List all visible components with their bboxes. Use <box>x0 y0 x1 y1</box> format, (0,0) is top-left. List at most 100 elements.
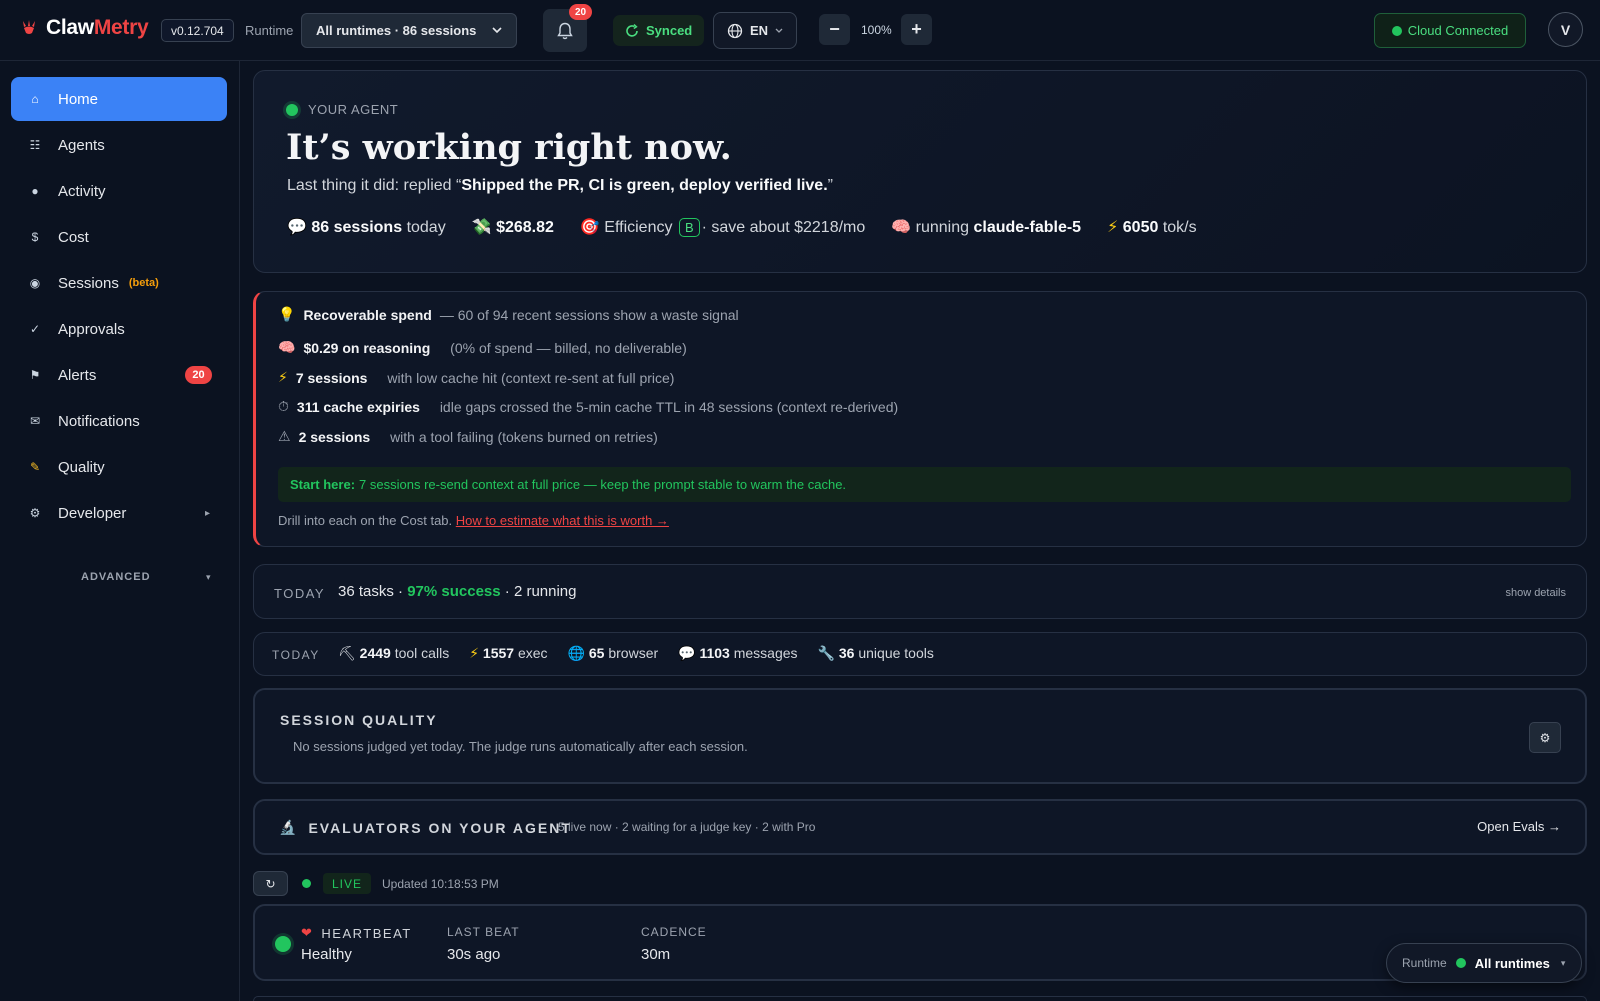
sidebar-item-quality[interactable]: ✎ Quality <box>11 445 227 489</box>
estimate-worth-link[interactable]: How to estimate what this is worth → <box>456 513 669 528</box>
sync-icon <box>626 23 638 37</box>
timer-icon: ⏱ <box>278 398 289 414</box>
sidebar-item-label: Quality <box>58 458 105 476</box>
check-icon: ✓ <box>29 322 41 336</box>
hero-stats: 💬 86 sessions today 💸 $268.82 🎯 Efficien… <box>287 217 1197 237</box>
gear-icon: ⚙ <box>1539 730 1551 745</box>
open-evals-link[interactable]: Open Evals → <box>1477 819 1561 834</box>
lightning-icon: ⚡ <box>278 369 288 385</box>
cadence-value: 30m <box>641 946 671 963</box>
waste-row: ⏱ 311 cache expiries idle gaps crossed t… <box>278 398 899 415</box>
agent-tag-label: YOUR AGENT <box>308 102 399 117</box>
next-card-edge <box>253 996 1587 1001</box>
live-badge: LIVE <box>323 873 372 894</box>
globe-icon <box>727 23 743 38</box>
evaluators-title: 🔬 EVALUATORS ON YOUR AGENT <box>279 819 572 836</box>
throughput-stat: ⚡ 6050 tok/s <box>1107 219 1197 236</box>
sidebar: ⌂ Home ☷ Agents ● Activity $ Cost ◉ Sess… <box>0 61 240 1001</box>
cadence-label: CADENCE <box>641 925 707 939</box>
evaluators-desc: 5 live now · 2 waiting for a judge key ·… <box>558 820 816 834</box>
live-dot-icon <box>302 879 311 888</box>
hammer-icon: ⛏ <box>338 645 356 661</box>
cloud-status-button[interactable]: Cloud Connected <box>1374 13 1526 48</box>
speech-bubble-icon: 💬 <box>287 219 307 236</box>
sidebar-item-home[interactable]: ⌂ Home <box>11 77 227 121</box>
sidebar-item-developer[interactable]: ⚙ Developer ▸ <box>11 491 227 535</box>
brand-logo[interactable]: ClawMetry <box>20 16 149 40</box>
sidebar-item-notifications[interactable]: ✉ Notifications <box>11 399 227 443</box>
success-rate: 97% success <box>407 583 501 600</box>
bell-icon <box>557 22 573 39</box>
globe-icon: 🌐 <box>567 645 585 661</box>
efficiency-stat[interactable]: 🎯 Efficiency B · save about $2218/mo <box>580 217 865 237</box>
lightning-icon: ⚡ <box>1107 219 1119 236</box>
sidebar-item-label: Activity <box>58 182 106 200</box>
quality-settings-button[interactable]: ⚙ <box>1529 722 1561 753</box>
sync-status[interactable]: Synced <box>613 15 705 46</box>
language-select[interactable]: EN <box>713 12 797 49</box>
runtime-filter-pill[interactable]: Runtime All runtimes ▾ <box>1386 943 1582 983</box>
home-icon: ⌂ <box>31 92 39 106</box>
last-beat-label: LAST BEAT <box>447 925 520 939</box>
memo-icon: ✎ <box>29 460 41 474</box>
warning-icon: ⚠ <box>278 428 291 444</box>
cloud-status-label: Cloud Connected <box>1407 23 1509 38</box>
user-avatar[interactable]: V <box>1548 12 1583 47</box>
heart-icon: ❤ <box>301 925 314 940</box>
sync-label: Synced <box>646 23 693 38</box>
sidebar-item-agents[interactable]: ☷ Agents <box>11 123 227 167</box>
messages-stat: 💬 1103 messages <box>678 645 798 661</box>
runtime-pill-value: All runtimes <box>1474 955 1550 971</box>
heartbeat-title: ❤ HEARTBEAT <box>301 925 412 941</box>
unique-tools-stat: 🔧 36 unique tools <box>817 645 934 661</box>
cost-stat: 💸 $268.82 <box>471 219 554 236</box>
runtime-select[interactable]: All runtimes · 86 sessions <box>301 13 517 48</box>
session-quality-desc: No sessions judged yet today. The judge … <box>293 739 748 754</box>
notification-count-badge: 20 <box>569 4 592 20</box>
sidebar-item-label: Developer <box>58 504 127 522</box>
sidebar-item-approvals[interactable]: ✓ Approvals <box>11 307 227 351</box>
sidebar-item-cost[interactable]: $ Cost <box>11 215 227 259</box>
today-tasks-card[interactable]: TODAY 36 tasks · 97% success · 2 running… <box>253 564 1587 619</box>
health-dot-icon <box>275 936 291 952</box>
live-status-dot-icon <box>286 103 298 116</box>
chevron-down-icon: ▾ <box>1560 957 1566 968</box>
recoverable-spend-card: 💡 Recoverable spend — 60 of 94 recent ses… <box>253 291 1587 547</box>
mail-icon: ✉ <box>29 414 41 428</box>
sidebar-item-sessions[interactable]: ◉ Sessions (beta) <box>11 261 227 305</box>
show-details-button[interactable]: show details <box>1505 587 1566 599</box>
sidebar-item-label: Home <box>58 90 99 108</box>
wrench-icon: 🔧 <box>817 645 835 661</box>
advanced-section-toggle[interactable]: ADVANCED <box>81 571 151 583</box>
waste-row: 🧠 $0.29 on reasoning (0% of spend — bill… <box>278 339 687 356</box>
money-wings-icon: 💸 <box>471 219 492 236</box>
sidebar-item-label: Cost <box>58 228 89 246</box>
zoom-in-button[interactable]: + <box>901 14 932 45</box>
beta-tag: (beta) <box>128 277 159 289</box>
today-label: TODAY <box>274 586 326 601</box>
runtime-label: Runtime <box>245 23 294 38</box>
sessions-stat: 💬 86 sessions today <box>287 219 446 236</box>
lightning-icon: ⚡ <box>469 645 480 661</box>
dollar-icon: $ <box>31 230 39 244</box>
waste-row: ⚡ 7 sessions with low cache hit (context… <box>278 369 675 386</box>
tool-stats: ⛏ 2449 tool calls ⚡ 1557 exec 🌐 65 brows… <box>338 645 934 662</box>
chevron-down-icon <box>775 28 783 33</box>
session-quality-card: SESSION QUALITY No sessions judged yet t… <box>253 688 1587 784</box>
tool-calls-stat: ⛏ 2449 tool calls <box>338 645 450 661</box>
status-dot-icon <box>1391 25 1402 36</box>
brain-icon: 🧠 <box>891 219 912 236</box>
sidebar-item-activity[interactable]: ● Activity <box>11 169 227 213</box>
status-dot-icon <box>1455 958 1466 968</box>
sidebar-item-label: Agents <box>58 136 105 154</box>
circle-icon: ● <box>31 184 39 198</box>
sidebar-item-alerts[interactable]: ⚑ Alerts 20 <box>11 353 227 397</box>
zoom-out-button[interactable]: − <box>819 14 850 45</box>
top-bar: ClawMetry v0.12.704 Runtime All runtimes… <box>0 0 1600 61</box>
flag-icon: ⚑ <box>29 368 41 382</box>
today-tools-card: TODAY ⛏ 2449 tool calls ⚡ 1557 exec 🌐 65… <box>253 632 1587 676</box>
refresh-button[interactable]: ↻ <box>253 871 288 896</box>
chevron-down-icon[interactable]: ▾ <box>206 572 211 583</box>
brand-name: ClawMetry <box>46 16 149 39</box>
sidebar-item-label: Notifications <box>58 412 140 430</box>
